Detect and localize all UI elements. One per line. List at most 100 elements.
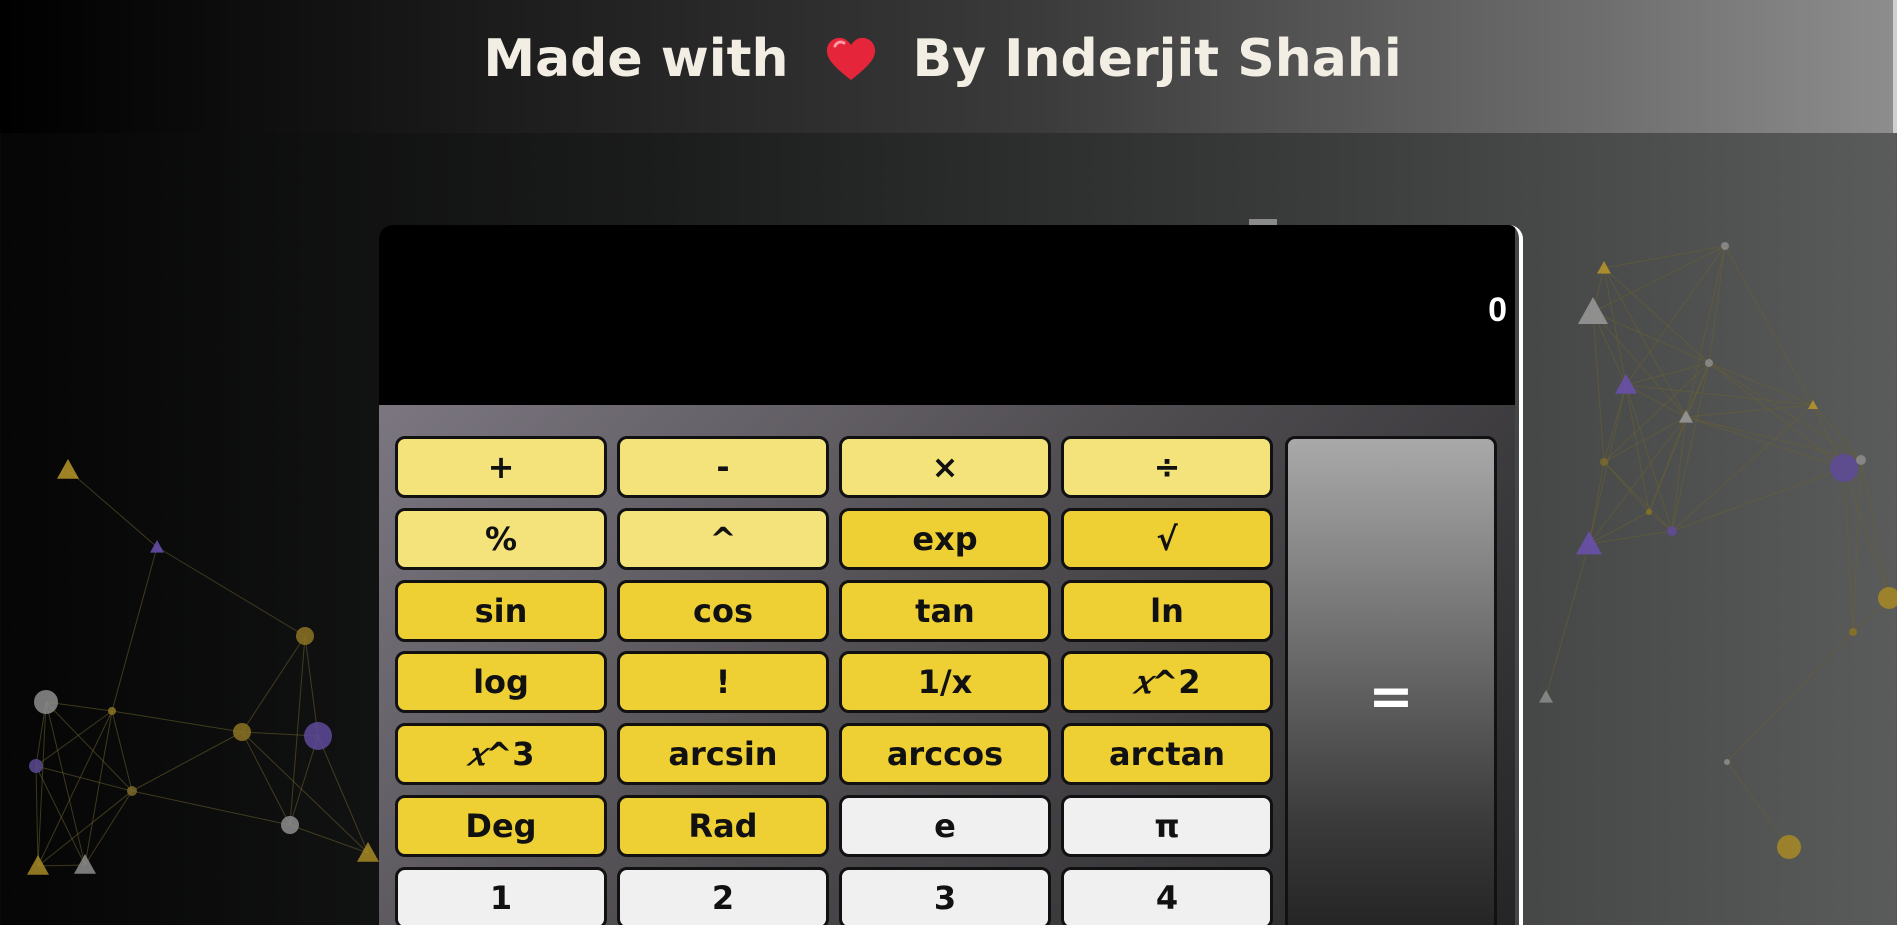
digit-2-button[interactable]: 2 [617, 867, 829, 925]
keypad: + - × ÷ % ^ exp √ sin cos tan ln log ! 1… [379, 405, 1515, 925]
network-link [45, 701, 133, 792]
network-link [241, 731, 369, 854]
header-text-made-with: Made with [483, 29, 789, 89]
network-node [281, 816, 299, 834]
network-link [1726, 631, 1854, 763]
display-value: 0 [1488, 291, 1507, 329]
sin-button[interactable]: sin [395, 580, 607, 642]
rad-button[interactable]: Rad [617, 795, 829, 857]
digit-1-button[interactable]: 1 [395, 867, 607, 925]
sqrt-button[interactable]: √ [1061, 508, 1273, 570]
network-link [1812, 404, 1862, 461]
deg-button[interactable]: Deg [395, 795, 607, 857]
reciprocal-button[interactable]: 1/x [839, 651, 1051, 713]
minus-button[interactable]: - [617, 436, 829, 498]
cube-button[interactable]: 𝑥 ^3 [395, 723, 607, 785]
log-button[interactable]: log [395, 651, 607, 713]
plus-button[interactable]: + [395, 436, 607, 498]
multiply-button[interactable]: × [839, 436, 1051, 498]
network-node [1830, 454, 1858, 482]
header-bar: Made with By Inderjit Shahi [0, 0, 1893, 133]
network-link [1588, 461, 1605, 545]
network-node [108, 707, 116, 715]
network-link [241, 731, 291, 826]
network-node [1856, 455, 1866, 465]
square-button[interactable]: 𝑥 ^2 [1061, 651, 1273, 713]
network-node [1705, 359, 1713, 367]
network-link [1685, 404, 1814, 418]
network-node [304, 722, 332, 750]
pi-button[interactable]: π [1061, 795, 1273, 857]
network-link [1592, 311, 1710, 364]
network-link [1726, 761, 1790, 848]
power-button[interactable]: ^ [617, 508, 829, 570]
digit-4-button[interactable]: 4 [1061, 867, 1273, 925]
network-link [1852, 459, 1862, 633]
arccos-button[interactable]: arccos [839, 723, 1051, 785]
arcsin-button[interactable]: arcsin [617, 723, 829, 785]
network-node [74, 854, 96, 874]
scrollbar-edge [1893, 0, 1897, 133]
network-link [289, 635, 306, 826]
network-node [1646, 509, 1652, 515]
equals-button[interactable]: = [1285, 436, 1497, 925]
network-node [1724, 759, 1730, 765]
network-link [37, 710, 113, 867]
network-node [127, 786, 137, 796]
percent-button[interactable]: % [395, 508, 607, 570]
network-link [1603, 384, 1627, 463]
network-link [111, 710, 243, 733]
network-link [241, 635, 306, 733]
network-link [1545, 543, 1590, 698]
network-link [1603, 267, 1710, 364]
network-link [111, 710, 133, 792]
divide-button[interactable]: ÷ [1061, 436, 1273, 498]
network-node [1578, 297, 1608, 324]
network-node [296, 627, 314, 645]
e-button[interactable]: e [839, 795, 1051, 857]
digit-3-button[interactable]: 3 [839, 867, 1051, 925]
tan-button[interactable]: tan [839, 580, 1051, 642]
network-link [1671, 404, 1814, 532]
network-link [1843, 467, 1854, 633]
cube-rest: ^3 [485, 735, 535, 773]
arctan-button[interactable]: arctan [1061, 723, 1273, 785]
ln-button[interactable]: ln [1061, 580, 1273, 642]
network-node [150, 540, 164, 553]
network-node [29, 759, 43, 773]
factorial-button[interactable]: ! [617, 651, 829, 713]
square-var: 𝑥 [1133, 663, 1152, 701]
network-node [1777, 835, 1801, 859]
network-link [1592, 311, 1687, 418]
square-rest: ^2 [1151, 663, 1201, 701]
network-link [111, 546, 158, 712]
network-link [317, 735, 369, 854]
network-link [289, 824, 369, 854]
network-node [1600, 458, 1608, 466]
network-link [84, 710, 113, 866]
network-link [45, 701, 86, 866]
network-link [1685, 245, 1726, 418]
network-link [35, 765, 86, 866]
header-title: Made with By Inderjit Shahi [483, 29, 1401, 89]
header-text-author: By Inderjit Shahi [912, 29, 1402, 89]
network-link [1603, 245, 1726, 269]
network-node [27, 855, 49, 875]
network-link [1671, 467, 1845, 532]
network-node [57, 459, 79, 479]
network-node [1539, 690, 1553, 703]
network-link [1625, 384, 1814, 406]
network-link [67, 469, 158, 548]
network-node [1721, 242, 1729, 250]
network-link [35, 710, 113, 767]
exp-button[interactable]: exp [839, 508, 1051, 570]
network-link [1708, 362, 1845, 469]
cos-button[interactable]: cos [617, 580, 829, 642]
network-link [1671, 362, 1710, 532]
network-node [1615, 374, 1637, 394]
network-link [84, 790, 133, 866]
network-link [1685, 416, 1845, 469]
network-link [156, 546, 306, 637]
calculator-display: 0 [379, 225, 1515, 405]
network-link [1708, 362, 1814, 406]
